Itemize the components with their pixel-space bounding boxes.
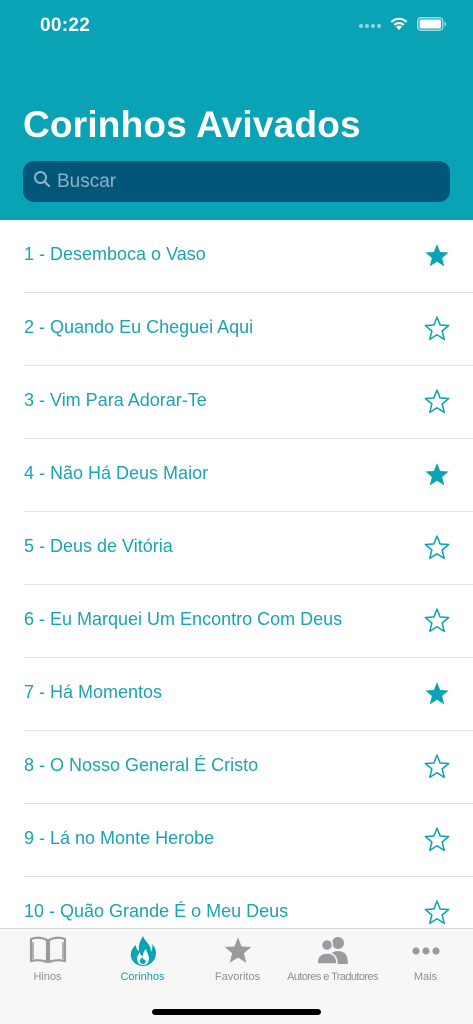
battery-icon — [417, 16, 447, 36]
tab-label: Mais — [413, 971, 438, 983]
page-title: Corinhos Avivados — [23, 104, 361, 145]
more-icon — [411, 943, 441, 961]
search-input[interactable] — [51, 161, 450, 202]
song-title: 1 - Desemboca o Vaso — [24, 244, 206, 264]
status-icons — [359, 16, 447, 36]
tab-favoritos[interactable]: Favoritos — [190, 929, 285, 991]
list-item[interactable]: 7 - Há Momentos — [0, 658, 473, 731]
book-icon — [29, 935, 67, 970]
tab-label: Autores e Tradutores — [287, 971, 378, 983]
star-filled-icon[interactable] — [423, 242, 451, 270]
song-title: 5 - Deus de Vitória — [24, 536, 173, 556]
people-icon — [315, 935, 350, 970]
list-item[interactable]: 5 - Deus de Vitória — [0, 512, 473, 585]
song-title: 8 - O Nosso General É Cristo — [24, 755, 259, 775]
song-title: 4 - Não Há Deus Maior — [24, 463, 209, 483]
tab-mais[interactable]: Mais — [378, 929, 473, 991]
flame-icon — [128, 935, 158, 972]
status-time: 00:22 — [40, 15, 91, 36]
list-item[interactable]: 6 - Eu Marquei Um Encontro Com Deus — [0, 585, 473, 658]
song-title: 3 - Vim Para Adorar-Te — [24, 390, 207, 410]
wifi-icon — [389, 16, 409, 36]
song-title: 10 - Quão Grande É o Meu Deus — [24, 901, 289, 921]
star-filled-icon[interactable] — [423, 680, 451, 708]
star-filled-icon[interactable] — [423, 461, 451, 489]
star-outline-icon[interactable] — [423, 388, 451, 416]
song-list[interactable]: 1 - Desemboca o Vaso 2 - Quando Eu Chegu… — [0, 220, 473, 928]
tab-label: Hinos — [33, 971, 62, 983]
tab-corinhos[interactable]: Corinhos — [95, 929, 190, 991]
list-item[interactable]: 1 - Desemboca o Vaso — [0, 220, 473, 293]
search-icon — [33, 170, 51, 193]
song-title: 9 - Lá no Monte Herobe — [24, 828, 215, 848]
star-outline-icon[interactable] — [423, 607, 451, 635]
list-item[interactable]: 4 - Não Há Deus Maior — [0, 439, 473, 512]
list-item[interactable]: 9 - Lá no Monte Herobe — [0, 804, 473, 877]
star-outline-icon[interactable] — [423, 315, 451, 343]
song-title: 2 - Quando Eu Cheguei Aqui — [24, 317, 254, 337]
tab-autores-e-tradutores[interactable]: Autores e Tradutores — [285, 929, 380, 991]
star-outline-icon[interactable] — [423, 826, 451, 854]
tab-hinos[interactable]: Hinos — [0, 929, 95, 991]
cellular-signal-icon — [359, 24, 381, 28]
song-title: 7 - Há Momentos — [24, 682, 163, 702]
navigation-header: 00:22 Corinhos Avivados — [0, 0, 473, 220]
star-icon — [222, 935, 254, 972]
list-item[interactable]: 2 - Quando Eu Cheguei Aqui — [0, 293, 473, 366]
list-item[interactable]: 3 - Vim Para Adorar-Te — [0, 366, 473, 439]
list-item[interactable]: 10 - Quão Grande É o Meu Deus — [0, 877, 473, 928]
song-title: 6 - Eu Marquei Um Encontro Com Deus — [24, 609, 343, 629]
status-bar: 00:22 — [0, 0, 473, 50]
list-item[interactable]: 8 - O Nosso General É Cristo — [0, 731, 473, 804]
tab-label: Corinhos — [120, 971, 165, 983]
star-outline-icon[interactable] — [423, 753, 451, 781]
search-bar[interactable] — [23, 161, 450, 202]
star-outline-icon[interactable] — [423, 534, 451, 562]
home-indicator — [152, 1009, 321, 1015]
star-outline-icon[interactable] — [423, 899, 451, 927]
tab-label: Favoritos — [214, 971, 261, 983]
